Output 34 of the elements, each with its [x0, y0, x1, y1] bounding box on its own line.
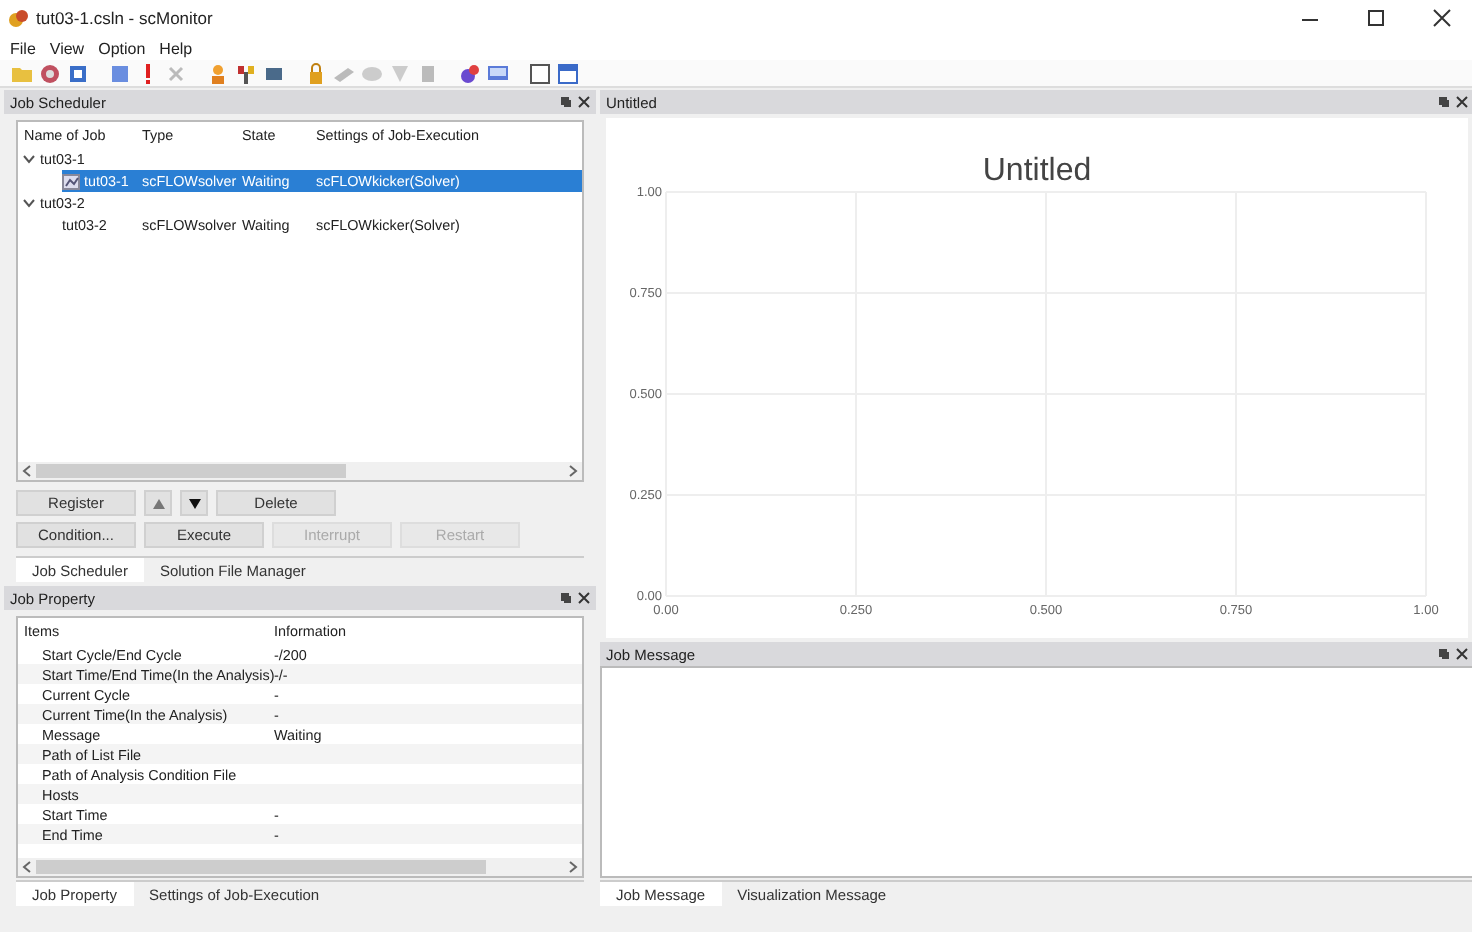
float-icon[interactable]: [1438, 96, 1450, 108]
scroll-left-icon[interactable]: [22, 464, 32, 478]
move-down-button[interactable]: [180, 490, 208, 516]
chart-title: Untitled: [982, 154, 1092, 188]
menu-item[interactable]: File: [10, 39, 36, 57]
panel-icon[interactable]: [108, 61, 132, 85]
menu-item[interactable]: Help: [159, 39, 193, 57]
scroll-right-icon[interactable]: [568, 860, 578, 874]
horizontal-scrollbar[interactable]: [18, 462, 582, 480]
scroll-left-icon[interactable]: [22, 860, 32, 874]
window-title: tut03-1.csln - scMonitor: [36, 8, 215, 28]
window-frame-icon[interactable]: [556, 61, 580, 85]
close-icon[interactable]: [1456, 96, 1468, 108]
app-icon: [8, 8, 30, 28]
job-icon: [62, 173, 80, 189]
up-triangle-icon: [151, 497, 165, 509]
menu-item[interactable]: View: [49, 39, 85, 57]
close-icon[interactable]: [578, 96, 590, 108]
square-icon[interactable]: [528, 61, 552, 85]
float-icon[interactable]: [560, 592, 572, 604]
menu-item[interactable]: Option: [98, 39, 146, 57]
disc-icon[interactable]: [38, 61, 62, 85]
close-icon[interactable]: [1456, 648, 1468, 660]
horizontal-scrollbar[interactable]: [18, 858, 582, 876]
down-triangle-icon: [187, 497, 201, 509]
expand-caret-icon[interactable]: [22, 154, 36, 164]
screen-icon[interactable]: [486, 61, 510, 85]
scroll-right-icon[interactable]: [568, 464, 578, 478]
lock-icon[interactable]: [304, 61, 328, 85]
float-icon[interactable]: [560, 96, 572, 108]
close-icon[interactable]: [578, 592, 590, 604]
window-icon[interactable]: [66, 61, 90, 85]
float-icon[interactable]: [1438, 648, 1450, 660]
expand-caret-icon[interactable]: [22, 198, 36, 208]
